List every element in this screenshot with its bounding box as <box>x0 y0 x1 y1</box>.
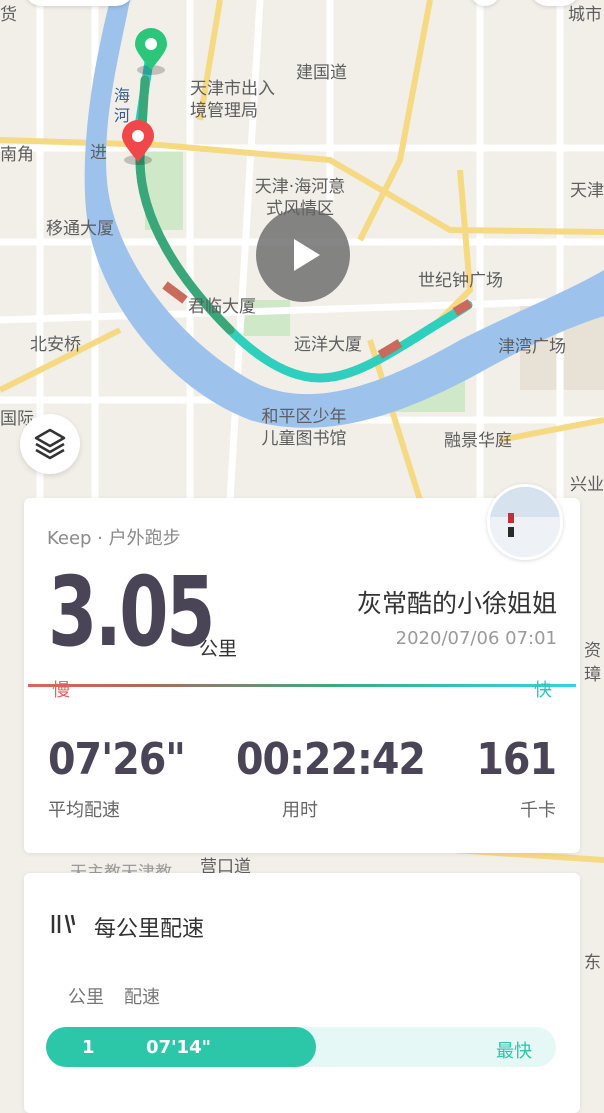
fast-label: 快 <box>534 680 552 701</box>
map-label-beian: 北安桥 <box>30 335 81 355</box>
map-label-dong: 东 <box>584 953 601 973</box>
map-label-rongjing: 融景华庭 <box>444 431 512 451</box>
activity-source: Keep · 户外跑步 <box>47 528 181 549</box>
run-summary-card: Keep · 户外跑步 3.05 公里 灰常酷的小徐姐姐 2020/07/06 … <box>24 484 580 853</box>
split-pace: 07'14" <box>146 1037 211 1058</box>
user-name[interactable]: 灰常酷的小徐姐姐 <box>357 584 557 620</box>
col-header-pace: 配速 <box>124 987 160 1008</box>
km-splits-card: 每公里配速 公里 配速 1 07'14" 最快 <box>24 873 580 1113</box>
start-pin-icon[interactable] <box>135 28 167 75</box>
map-label-haihe: 海河 <box>114 86 131 125</box>
avg-pace-value: 07'26" <box>48 734 186 785</box>
splits-title: 每公里配速 <box>94 917 205 942</box>
split-km: 1 <box>82 1037 95 1058</box>
map-label-jinwan: 津湾广场 <box>498 337 566 357</box>
map-label-xingye: 兴业 <box>570 475 604 495</box>
run-timestamp: 2020/07/06 07:01 <box>395 628 557 649</box>
map-label-yuanyang: 远洋大厦 <box>294 335 362 355</box>
split-row[interactable]: 1 07'14" 最快 <box>46 1027 556 1067</box>
map-label-yidong: 移通大厦 <box>46 219 114 239</box>
map-label-zi: 资 <box>584 641 601 661</box>
duration-value: 00:22:42 <box>236 734 426 785</box>
duration-label: 用时 <box>282 800 318 821</box>
user-avatar[interactable] <box>487 484 563 560</box>
split-fastest-tag: 最快 <box>496 1041 532 1062</box>
play-replay-button[interactable] <box>256 208 350 302</box>
slow-label: 慢 <box>52 680 70 701</box>
avg-pace-label: 平均配速 <box>48 800 120 821</box>
map-label-huo: 货 <box>0 5 17 25</box>
top-chip-left[interactable] <box>24 0 134 6</box>
map-layers-button[interactable] <box>20 414 80 474</box>
col-header-km: 公里 <box>68 987 104 1008</box>
layers-icon <box>34 428 66 460</box>
slow-segment <box>162 281 188 304</box>
map-label-tianjin-right: 天津 <box>570 181 604 201</box>
splits-icon <box>51 914 76 934</box>
map-label-nanjiao: 南角 <box>0 145 34 165</box>
map-label-immigration: 天津市出入境管理局 <box>190 79 275 121</box>
calories-value: 161 <box>476 734 557 785</box>
map-label-library: 和平区少年儿童图书馆 <box>261 407 347 449</box>
distance-unit: 公里 <box>199 638 238 660</box>
map-label-jin: 进 <box>90 143 107 163</box>
finish-pin-icon[interactable] <box>122 120 154 165</box>
map-label-city: 城市 <box>568 5 602 25</box>
map-label-century-clock: 世纪钟广场 <box>418 271 503 291</box>
map-label-jianguodao: 建国道 <box>296 63 347 83</box>
distance-value: 3.05 <box>48 556 215 668</box>
avatar-image <box>490 487 560 557</box>
play-icon <box>294 239 320 271</box>
map-label-zhang: 璋 <box>584 665 601 685</box>
calories-label: 千卡 <box>520 800 556 821</box>
pace-gradient-bar <box>28 684 576 687</box>
map-label-junlin: 君临大厦 <box>188 297 256 317</box>
